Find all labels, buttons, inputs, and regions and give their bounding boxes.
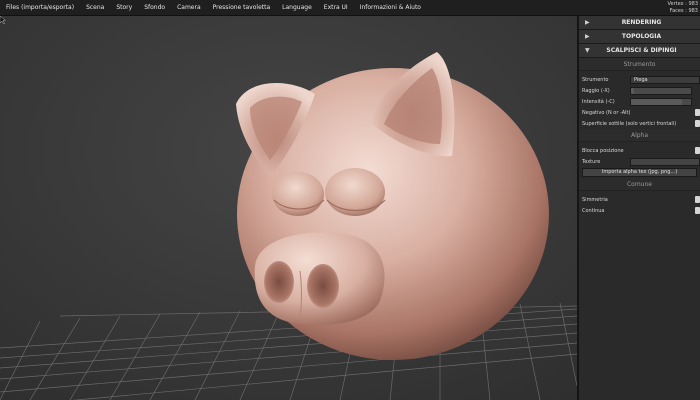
triangle-down-icon: ▼ (585, 47, 590, 54)
blocca-checkbox[interactable] (695, 147, 700, 154)
section-scalpisci-dipingi[interactable]: ▼ SCALPISCI & DIPINGI (579, 44, 700, 58)
triangle-right-icon: ▶ (585, 33, 590, 40)
intensita-slider[interactable] (630, 97, 692, 106)
triangle-right-icon: ▶ (585, 19, 590, 26)
strumento-label: Strumento (582, 76, 609, 83)
raggio-slider[interactable] (630, 86, 692, 95)
menu-informazioni-aiuto[interactable]: Informazioni & Aiuto (354, 0, 427, 16)
strumento-select[interactable]: Piega (630, 75, 700, 84)
row-superficie: Superficie sottile (solo vertici frontal… (579, 118, 700, 129)
mesh-stats: Vertex : 983 Faces : 983 (668, 1, 698, 15)
menu-extra-ui[interactable]: Extra UI (318, 0, 354, 16)
continua-label: Continua (582, 207, 605, 214)
row-intensita: Intensità (-C) (579, 96, 700, 107)
raggio-slider-fill (631, 87, 634, 94)
scene-canvas (0, 16, 577, 400)
mouse-cursor-icon (0, 16, 6, 24)
blocca-label: Blocca posizione (582, 147, 624, 154)
faces-count: Faces : 983 (669, 8, 698, 14)
menu-language[interactable]: Language (276, 0, 318, 16)
group-comune: Comune (579, 178, 700, 191)
superficie-label: Superficie sottile (solo vertici frontal… (582, 120, 677, 127)
3d-viewport[interactable] (0, 16, 577, 400)
texture-select[interactable] (630, 157, 700, 166)
negativo-label: Negativo (N or -Alt) (582, 109, 631, 116)
vertex-count: Vertex : 983 (667, 1, 698, 7)
row-negativo: Negativo (N or -Alt) (579, 107, 700, 118)
menu-story[interactable]: Story (110, 0, 138, 16)
menu-scena[interactable]: Scena (80, 0, 110, 16)
raggio-label: Raggio (-X) (582, 87, 610, 94)
row-blocca: Blocca posizione (579, 145, 700, 156)
texture-label: Texture (582, 158, 601, 165)
menu-bar: Files (importa/esporta) Scena Story Sfon… (0, 0, 700, 16)
menu-sfondo[interactable]: Sfondo (138, 0, 171, 16)
continua-checkbox[interactable] (695, 207, 700, 214)
row-texture: Texture (579, 156, 700, 167)
group-strumento: Strumento (579, 58, 700, 71)
menu-files[interactable]: Files (importa/esporta) (0, 0, 80, 16)
row-simmetria: Simmetria (579, 194, 700, 205)
row-strumento: Strumento Piega (579, 74, 700, 85)
negativo-checkbox[interactable] (695, 109, 700, 116)
superficie-checkbox[interactable] (695, 120, 700, 127)
side-panel: ▶ RENDERING ▶ TOPOLOGIA ▼ SCALPISCI & DI… (577, 16, 700, 400)
menu-camera[interactable]: Camera (171, 0, 207, 16)
group-alpha: Alpha (579, 129, 700, 142)
intensita-label: Intensità (-C) (582, 98, 615, 105)
section-topologia[interactable]: ▶ TOPOLOGIA (579, 30, 700, 44)
importa-alpha-button[interactable]: Importa alpha tex (jpg, png...) (582, 168, 697, 177)
row-continua: Continua (579, 205, 700, 216)
row-raggio: Raggio (-X) (579, 85, 700, 96)
simmetria-checkbox[interactable] (695, 196, 700, 203)
simmetria-label: Simmetria (582, 196, 608, 203)
intensita-slider-fill (631, 98, 682, 105)
section-rendering[interactable]: ▶ RENDERING (579, 16, 700, 30)
menu-pressione-tavoletta[interactable]: Pressione tavoletta (207, 0, 277, 16)
